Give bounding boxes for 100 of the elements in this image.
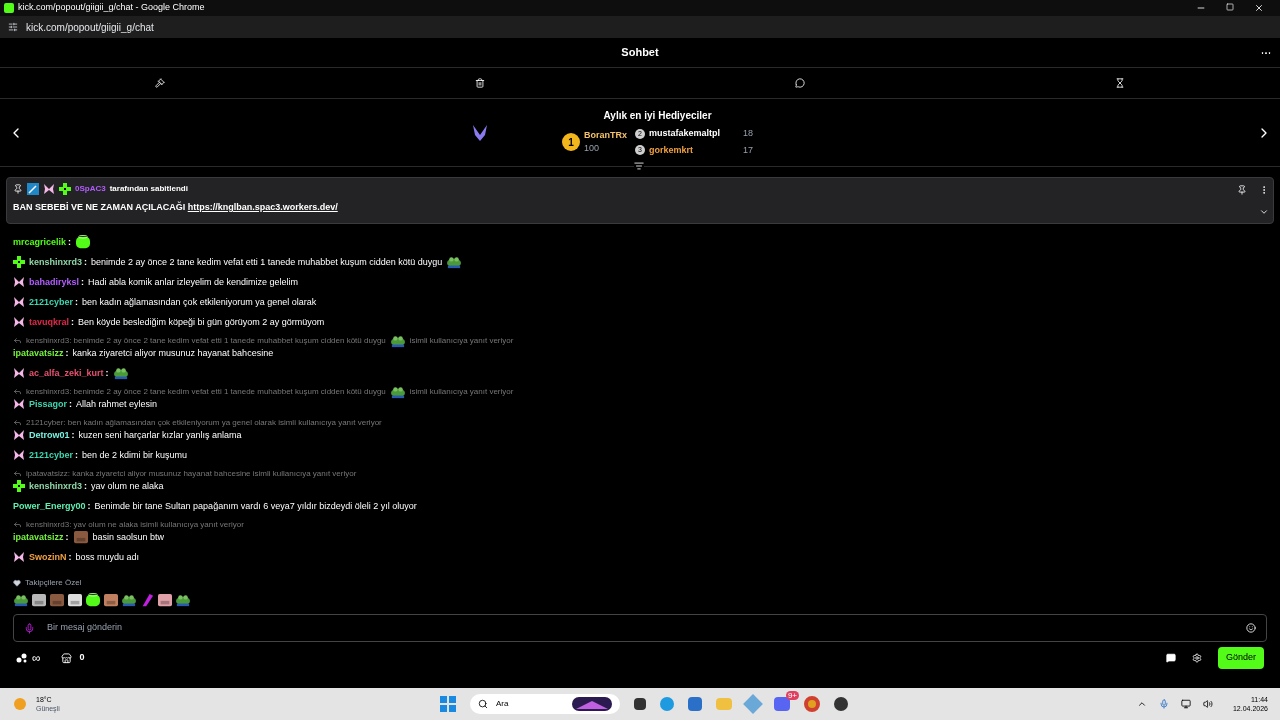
colon-separator: : [71, 429, 75, 441]
app-icon[interactable] [834, 697, 848, 711]
microphone-icon[interactable] [1158, 699, 1169, 709]
colon-separator: : [68, 236, 72, 248]
emote-icon [75, 235, 92, 249]
colon-separator: : [75, 449, 79, 461]
taskbar-search[interactable]: Ara [470, 694, 620, 714]
hourglass-icon[interactable] [1115, 78, 1125, 88]
chat-username[interactable]: Power_Energy00 [13, 500, 86, 512]
butterfly-badge-icon [13, 316, 25, 328]
message-text: kanka ziyaretci aliyor musunuz hayanat bahcesine [72, 347, 274, 359]
butterfly-badge-icon [13, 367, 25, 379]
gifters-title: Aylık en iyi Hediyeciler [603, 109, 712, 123]
pin-icon[interactable] [1237, 185, 1247, 195]
store-count: 0 [79, 651, 85, 665]
message-text: basin saolsun btw [92, 531, 165, 543]
gifter-name: gorkemkrt [649, 143, 695, 157]
pinned-message: BAN SEBEBİ VE NE ZAMAN AÇILACAĞI [13, 202, 187, 212]
chat-username[interactable]: ipatavatsizz [13, 531, 64, 543]
message-text: yav olum ne alaka [91, 480, 164, 492]
chat-username[interactable]: ac_alfa_zeki_kurt [29, 367, 104, 379]
chat-bubble-icon[interactable] [795, 78, 805, 88]
message-text: kuzen seni harçarlar kızlar yanlış anlama [78, 429, 242, 441]
emoji-icon[interactable] [1246, 623, 1256, 633]
heart-icon [13, 579, 21, 587]
network-icon[interactable] [1180, 699, 1191, 709]
expand-icon[interactable] [1259, 207, 1269, 217]
task-view-icon[interactable] [634, 698, 646, 710]
chat-username[interactable]: ipatavatsizz [13, 347, 64, 359]
gift-count: 18 [743, 127, 754, 140]
message-text: ben kadın ağlamasından çok etkileniyorum ya genel olarak [82, 296, 317, 308]
window-title: kick.com/popout/giigii_g/chat - Google Chrome [18, 1, 205, 15]
pin-icon [13, 184, 23, 194]
emote-icon [175, 593, 191, 607]
gift-count: 100 [584, 142, 601, 155]
store-app-icon[interactable] [688, 697, 702, 711]
colon-separator: : [84, 256, 88, 268]
chat-username[interactable]: Detrow01 [29, 429, 70, 441]
emote-icon [389, 333, 406, 348]
message-text: kenshinxrd3: benimde 2 ay önce 2 tane kedim vefat etti 1 tanede muhabbet kuşum cidden kötü duygu [26, 335, 386, 346]
colon-separator: : [65, 347, 69, 359]
chat-username[interactable]: bahadiryksl [29, 276, 80, 288]
message-text: benimde 2 ay önce 2 tane kedim vefat etti 1 tanede muhabbet kuşum cidden kötü duygu [91, 256, 443, 268]
tray-expand-icon[interactable] [1136, 699, 1147, 709]
site-settings-icon[interactable] [8, 22, 18, 32]
volume-icon[interactable] [1202, 699, 1213, 709]
pinned-link[interactable]: https://knglban.spac3.workers.dev/ [187, 202, 338, 212]
emote-icon [67, 593, 83, 607]
butterfly-badge-icon [13, 296, 25, 308]
maximize-icon[interactable] [1226, 3, 1234, 11]
points-icon [16, 653, 28, 663]
chat-settings-icon[interactable] [1165, 653, 1176, 663]
butterfly-badge-icon [13, 398, 25, 410]
pinned-by-label: tarafından sabitlendi [109, 183, 188, 195]
message-text: Hadi abla komik anlar izleyelim de kendimize gelelim [88, 276, 299, 288]
emote-icon [112, 366, 129, 380]
message-text: Allah rahmet eylesin [76, 398, 158, 410]
discord-icon[interactable] [774, 697, 790, 711]
chat-username[interactable]: kenshinxrd3 [29, 480, 83, 492]
chat-username[interactable]: kenshinxrd3 [29, 256, 83, 268]
rank-badge: 1 [562, 133, 580, 151]
message-text: isimli kullanıcıya yanıt veriyor [409, 386, 514, 397]
butterfly-badge-icon [13, 429, 25, 441]
close-icon[interactable] [1254, 3, 1264, 13]
site-logo-icon [4, 3, 14, 13]
address-bar[interactable]: kick.com/popout/giigii_g/chat [26, 19, 154, 35]
chat-username[interactable]: mrcagricelik [13, 236, 67, 248]
reply-icon [13, 336, 22, 345]
gifter-name: mustafakemaltpl [649, 127, 722, 140]
message-field[interactable]: Bir mesaj gönderin [47, 621, 1234, 635]
chat-username[interactable]: SwozinN [29, 551, 67, 563]
send-button[interactable]: Gönder [1217, 647, 1264, 669]
gavel-icon[interactable] [155, 78, 165, 88]
butterfly-badge-icon [13, 551, 25, 563]
store-icon[interactable] [60, 652, 72, 664]
colon-separator: : [65, 531, 69, 543]
start-icon[interactable] [440, 696, 456, 712]
emote-icon [157, 593, 173, 607]
trash-icon[interactable] [475, 78, 485, 88]
pinned-by-user[interactable]: 0SpAC3 [75, 183, 106, 195]
settings-icon[interactable] [1191, 653, 1202, 663]
chat-username[interactable]: Pissagor [29, 398, 68, 410]
colon-separator: : [84, 480, 88, 492]
message-text: kenshinxrd3: benimde 2 ay önce 2 tane kedim vefat etti 1 tanede muhabbet kuşum cidden kötü duygu [26, 386, 386, 397]
points-value: ∞ [32, 650, 41, 667]
gift-badge-icon [59, 183, 71, 195]
message-input[interactable]: Bir mesaj gönderin [13, 614, 1267, 642]
reply-icon [13, 520, 22, 529]
collapse-icon[interactable] [634, 161, 644, 171]
chrome-icon[interactable] [804, 696, 820, 712]
emote-icon [121, 593, 137, 607]
chat-username[interactable]: 2121cyber [29, 449, 74, 461]
emote-icon [85, 593, 101, 607]
chat-username[interactable]: 2121cyber [29, 296, 74, 308]
emote-icon [103, 593, 119, 607]
colon-separator: : [87, 500, 91, 512]
colon-separator: : [71, 316, 75, 328]
chat-username[interactable]: tavuqkral [29, 316, 70, 328]
emote-icon [49, 593, 65, 607]
microphone-icon[interactable] [24, 622, 35, 634]
